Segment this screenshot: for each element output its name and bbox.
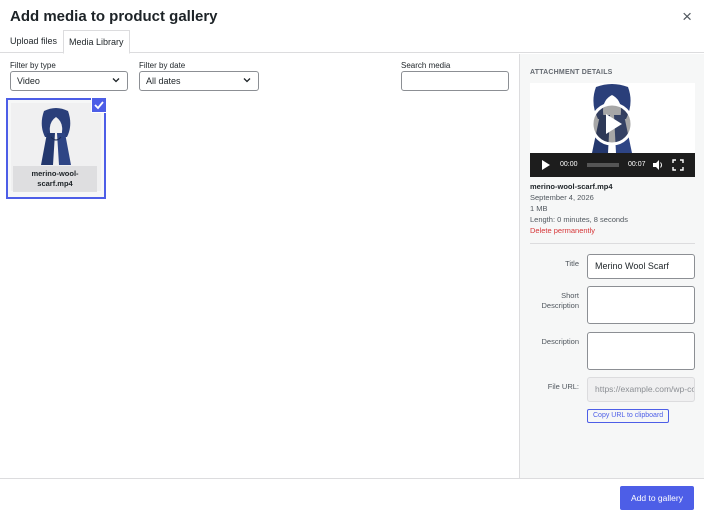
- filter-date-label: Filter by date: [139, 61, 186, 70]
- description-label: Description: [541, 337, 579, 346]
- video-player[interactable]: 00:00 00:07: [530, 83, 695, 177]
- copy-url-button[interactable]: Copy URL to clipboard: [587, 409, 670, 423]
- filter-date-value: All dates: [146, 76, 181, 86]
- attachment-filename: merino-wool-scarf.mp4: [530, 182, 613, 191]
- volume-icon[interactable]: [652, 159, 664, 171]
- current-time: 00:00: [560, 161, 578, 168]
- file-url-label: File URL:: [547, 382, 579, 391]
- tab-media-library[interactable]: Media Library: [63, 30, 130, 54]
- add-to-gallery-button[interactable]: Add to gallery: [620, 486, 694, 510]
- delete-permanently-link[interactable]: Delete permanently: [530, 226, 595, 235]
- media-item[interactable]: merino-wool- scarf.mp4: [6, 98, 106, 199]
- attachment-date: September 4, 2026: [530, 193, 594, 202]
- filter-type-label: Filter by type: [10, 61, 56, 70]
- fullscreen-icon[interactable]: [672, 159, 684, 171]
- modal-title: Add media to product gallery: [10, 8, 218, 25]
- short-description-field[interactable]: [587, 286, 695, 324]
- attachment-length: Length: 0 minutes, 8 seconds: [530, 215, 628, 224]
- filter-type-select[interactable]: Video: [10, 71, 128, 91]
- filter-type-value: Video: [17, 76, 40, 86]
- attachment-size: 1 MB: [530, 204, 548, 213]
- video-poster: [530, 83, 695, 153]
- modal-footer: Add to gallery: [0, 478, 704, 516]
- chevron-down-icon: [243, 78, 251, 83]
- tab-bar: Upload files Media Library: [0, 30, 704, 54]
- tab-upload-files[interactable]: Upload files: [5, 30, 62, 53]
- progress-bar[interactable]: [587, 163, 619, 167]
- duration: 00:07: [628, 161, 646, 168]
- filter-date-select[interactable]: All dates: [139, 71, 259, 91]
- attachment-details-heading: ATTACHMENT DETAILS: [530, 69, 613, 76]
- file-url-field[interactable]: https://example.com/wp-content/uploads/m…: [587, 377, 695, 402]
- attachment-details-panel: ATTACHMENT DETAILS 00:00 00:07 merino-wo…: [519, 54, 704, 478]
- description-field[interactable]: [587, 332, 695, 370]
- media-item-filename: merino-wool- scarf.mp4: [13, 166, 97, 192]
- selected-check-icon[interactable]: [91, 97, 107, 113]
- short-description-label: Short Description: [541, 291, 579, 310]
- search-input[interactable]: [401, 71, 509, 91]
- search-media-label: Search media: [401, 61, 451, 70]
- chevron-down-icon: [112, 78, 120, 83]
- title-field[interactable]: Merino Wool Scarf: [587, 254, 695, 279]
- title-label: Title: [565, 259, 579, 268]
- play-icon[interactable]: [541, 160, 551, 170]
- player-controls: 00:00 00:07: [530, 153, 695, 177]
- divider: [530, 243, 695, 244]
- close-icon[interactable]: ×: [682, 8, 692, 25]
